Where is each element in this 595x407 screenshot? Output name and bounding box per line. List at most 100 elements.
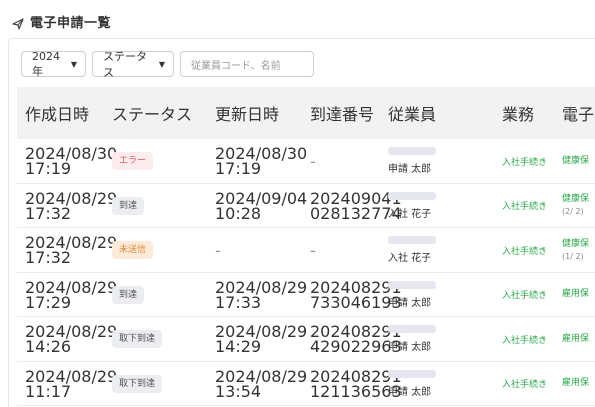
status-badge: 到達 [112,196,145,215]
employee-code-redacted [388,236,436,245]
arrival-number-2: 429022963 [310,337,402,357]
status-badge: 未送信 [112,241,154,260]
updated-time: 14:29 [215,337,262,357]
chevron-down-icon: ▼ [158,59,165,69]
created-time: 17:19 [25,159,72,179]
created-cell: 2024/08/29 17:32 [17,228,117,273]
electronic-cell: 雇用保 [562,317,595,362]
electronic-link[interactable]: 雇用保 [562,288,595,301]
employee-cell: 入社 花子 [388,228,478,273]
electronic-progress: (2/ 2) [562,207,584,217]
electronic-link[interactable]: 雇用保 [562,377,595,390]
employee-name: 申請 太郎 [388,164,432,176]
created-time: 14:26 [25,337,72,357]
work-cell: 入社手続き [502,139,562,184]
electronic-cell: 健康保 [562,139,595,184]
electronic-link[interactable]: 健康保 [562,193,595,206]
page-title: 電子申請一覧 [30,15,112,31]
arrival-cell: - [310,139,380,184]
arrival-number-1: - [310,240,316,260]
table-row[interactable]: 2024/08/29 17:29 到達 2024/08/29 17:33 20240829… [17,273,595,318]
status-cell: 未送信 [112,228,192,273]
employee-code-redacted [388,325,436,334]
year-select-label: 2024年 [32,49,60,78]
electronic-cell: 健康保 (2/ 2) [562,184,595,229]
applications-table: 作成日時 ステータス 更新日時 到達番号 従業員 業務 電子申 2024/08/… [17,87,595,406]
column-header-created[interactable]: 作成日時 [17,87,97,139]
arrival-cell: 202408291 429022963 [310,317,402,362]
filter-bar: 2024年 ▼ ステータス ▼ 従業員コード、名前 [21,49,314,79]
work-link[interactable]: 入社手続き [502,155,562,168]
updated-time: 13:54 [215,381,262,401]
table-body: 2024/08/30 17:19 エラー 2024/08/30 17:19- 申請 太郎入… [17,139,595,406]
status-badge: エラー [112,152,154,171]
work-cell: 入社手続き [502,362,562,407]
employee-name: 入社 花子 [388,253,432,265]
column-header-status[interactable]: ステータス [112,87,192,139]
status-badge: 到達 [112,285,145,304]
status-select[interactable]: ステータス ▼ [92,50,174,79]
year-select[interactable]: 2024年 ▼ [21,49,86,78]
table-row[interactable]: 2024/08/29 11:17 取下到達 2024/08/29 13:54 202408… [17,362,595,407]
created-cell: 2024/08/29 17:32 [17,184,117,229]
status-select-label: ステータス [103,50,147,79]
list-panel: 2024年 ▼ ステータス ▼ 従業員コード、名前 作成日時 ステータス 更新日… [8,38,595,407]
created-cell: 2024/08/29 17:29 [17,273,117,318]
send-icon [12,15,24,30]
work-link[interactable]: 入社手続き [502,377,562,390]
status-cell: 取下到達 [112,317,192,362]
updated-time: 17:33 [215,292,262,312]
employee-name: 申請 太郎 [388,342,432,354]
column-header-employee[interactable]: 従業員 [388,87,478,139]
page-header: 電子申請一覧 [12,12,112,31]
work-link[interactable]: 入社手続き [502,288,562,301]
table-row[interactable]: 2024/08/29 17:32 到達 2024/09/04 10:28 20240904… [17,184,595,229]
electronic-link[interactable]: 雇用保 [562,333,595,346]
status-cell: エラー [112,139,192,184]
electronic-link[interactable]: 健康保 [562,155,595,168]
column-header-work[interactable]: 業務 [502,87,562,139]
employee-cell: 申請 太郎 [388,362,478,407]
updated-date: - [215,240,221,260]
column-header-arrival[interactable]: 到達番号 [310,87,380,139]
table-row[interactable]: 2024/08/29 14:26 取下到達 2024/08/29 14:29 202408… [17,317,595,362]
electronic-progress: (1/ 2) [562,251,584,261]
arrival-number-2: 028132774 [310,203,402,223]
employee-code-redacted [388,280,436,289]
search-input[interactable]: 従業員コード、名前 [180,51,314,77]
work-cell: 入社手続き [502,184,562,229]
table-row[interactable]: 2024/08/30 17:19 エラー 2024/08/30 17:19- 申請 太郎入… [17,139,595,184]
employee-code-redacted [388,369,436,378]
employee-cell: 申請 太郎 [388,317,478,362]
arrival-number-2: 733046193 [310,292,402,312]
column-header-updated[interactable]: 更新日時 [215,87,295,139]
arrival-number-1: - [310,151,316,171]
created-time: 17:32 [25,203,72,223]
employee-name: 申請 太郎 [388,297,432,309]
status-badge: 取下到達 [112,330,163,349]
chevron-down-icon: ▼ [70,59,77,69]
arrival-cell: 202408291 733046193 [310,273,402,318]
created-time: 17:32 [25,248,72,268]
electronic-link[interactable]: 健康保 [562,238,595,251]
arrival-cell: 202408291 121136563 [310,362,402,407]
updated-cell: 2024/08/29 17:33 [215,273,307,318]
status-cell: 到達 [112,184,192,229]
column-header-electronic[interactable]: 電子申 [562,87,595,139]
work-link[interactable]: 入社手続き [502,333,562,346]
employee-cell: 申請 太郎 [388,273,478,318]
electronic-cell: 雇用保 [562,273,595,318]
created-cell: 2024/08/29 11:17 [17,362,117,407]
work-link[interactable]: 入社手続き [502,199,562,212]
work-cell: 入社手続き [502,273,562,318]
search-placeholder: 従業員コード、名前 [191,60,281,72]
work-cell: 入社手続き [502,317,562,362]
updated-cell: 2024/08/30 17:19 [215,139,307,184]
status-badge: 取下到達 [112,374,163,393]
arrival-cell: - [310,228,380,273]
employee-code-redacted [388,191,436,200]
updated-cell: 2024/08/29 13:54 [215,362,307,407]
table-row[interactable]: 2024/08/29 17:32 未送信 - - 入社 花子 入社手続き 健康保 (1/ 2) [17,228,595,273]
employee-code-redacted [388,147,436,156]
work-link[interactable]: 入社手続き [502,244,562,257]
